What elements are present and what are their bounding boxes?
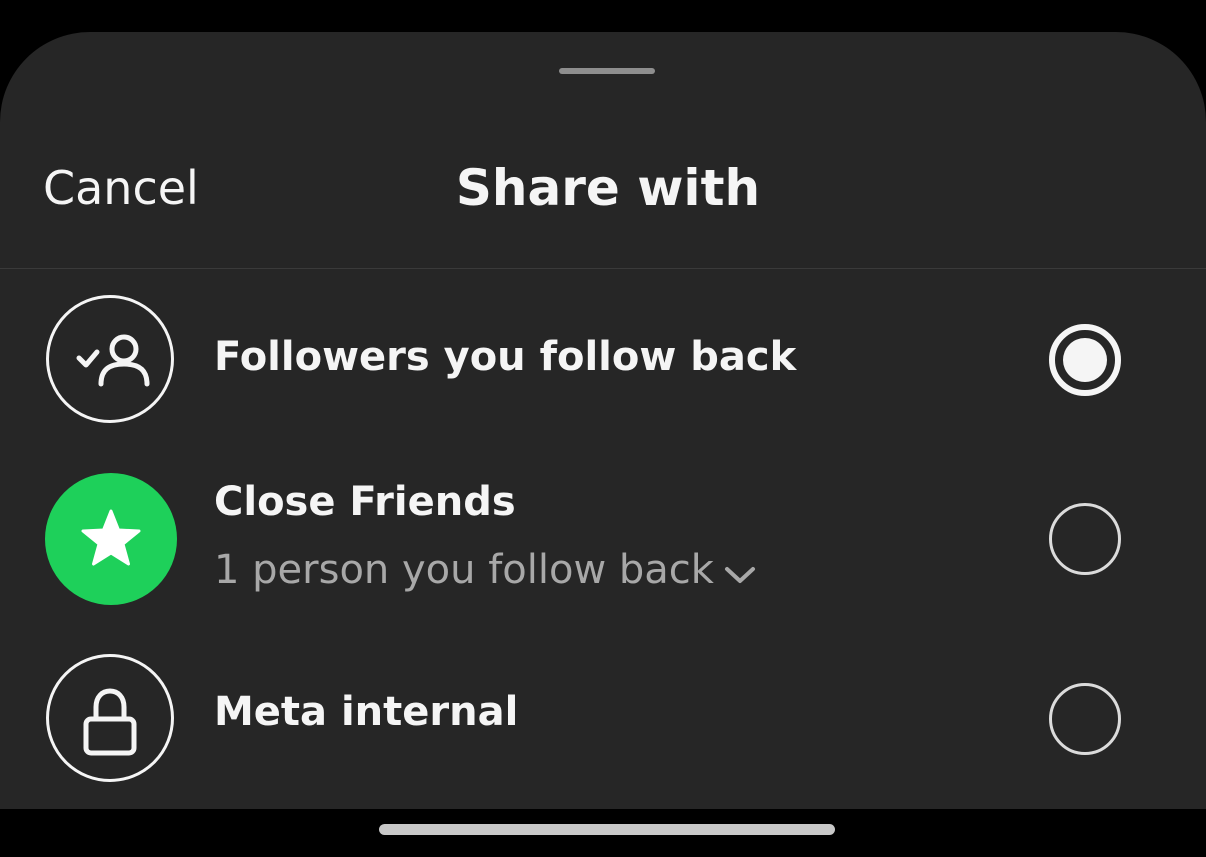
sheet-header: Cancel Share with — [0, 32, 1206, 269]
person-check-icon — [46, 295, 174, 423]
share-sheet: Cancel Share with Followers you follow b… — [0, 32, 1206, 809]
lock-icon — [46, 654, 174, 782]
radio-dot — [1063, 338, 1107, 382]
option-close-friends[interactable]: Close Friends 1 person you follow back — [0, 472, 1206, 606]
home-indicator[interactable] — [379, 824, 835, 835]
radio-selected[interactable] — [1049, 324, 1121, 396]
close-friends-count: 1 person you follow back — [214, 547, 714, 593]
option-label: Close Friends — [214, 479, 516, 525]
sheet-title: Share with — [455, 159, 761, 217]
star-icon — [45, 473, 177, 605]
option-label: Followers you follow back — [214, 334, 797, 380]
radio-unselected[interactable] — [1049, 503, 1121, 575]
option-followers-you-follow-back[interactable]: Followers you follow back — [0, 294, 1206, 424]
option-meta-internal[interactable]: Meta internal — [0, 654, 1206, 784]
chevron-down-icon — [724, 546, 756, 598]
option-label: Meta internal — [214, 689, 519, 735]
option-sublabel[interactable]: 1 person you follow back — [214, 544, 756, 598]
radio-unselected[interactable] — [1049, 683, 1121, 755]
